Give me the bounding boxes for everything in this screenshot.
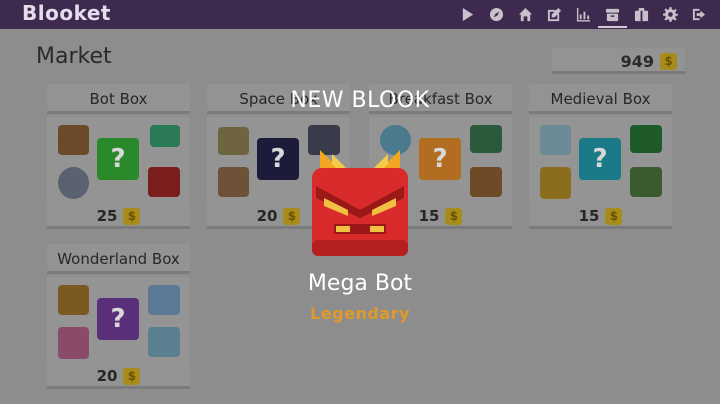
token-count: 949: [620, 51, 654, 71]
blook-preview-icon: [540, 125, 571, 155]
blook-preview-icon: [540, 167, 571, 199]
blook-preview-icon: [470, 125, 502, 153]
new-blook-heading: NEW BLOOK: [290, 88, 430, 113]
question-mark-icon: ?: [579, 138, 621, 180]
pack-price: 15 $: [529, 203, 672, 229]
blook-preview-icon: [630, 167, 662, 197]
app-logo[interactable]: Blooket: [22, 1, 111, 25]
blook-preview-icon: [470, 167, 502, 197]
top-nav: [457, 0, 710, 29]
logout-icon[interactable]: [689, 0, 710, 29]
token-icon: $: [123, 367, 141, 385]
token-icon: $: [123, 207, 141, 225]
token-balance: 949 $: [552, 48, 685, 74]
play-icon[interactable]: [457, 0, 478, 29]
price-value: 15: [578, 207, 600, 225]
blook-name: Mega Bot: [307, 271, 413, 296]
token-icon: $: [660, 52, 677, 70]
discover-icon[interactable]: [486, 0, 507, 29]
blook-rarity: Legendary: [310, 304, 410, 323]
token-icon: $: [283, 207, 301, 225]
market-icon[interactable]: [598, 0, 627, 29]
token-icon: $: [445, 207, 463, 225]
price-value: 20: [96, 367, 118, 385]
question-mark-icon: ?: [257, 138, 299, 180]
pack-name: Wonderland Box: [47, 244, 190, 274]
settings-icon[interactable]: [660, 0, 681, 29]
price-value: 25: [96, 207, 118, 225]
blook-preview-icon: [150, 125, 180, 147]
blook-preview-icon: [58, 327, 89, 359]
price-value: 20: [256, 207, 278, 225]
blook-preview-icon: [148, 167, 180, 197]
blook-preview-icon: [218, 167, 249, 197]
home-icon[interactable]: [515, 0, 536, 29]
page-title: Market: [36, 44, 112, 69]
top-bar: Blooket: [0, 0, 720, 29]
blook-preview-icon: [58, 167, 89, 199]
edit-icon[interactable]: [544, 0, 565, 29]
price-value: 15: [418, 207, 440, 225]
pack-price: 20 $: [47, 363, 190, 389]
pack-preview: ?: [47, 117, 190, 203]
blook-preview-icon: [218, 127, 249, 155]
blook-preview-icon: [630, 125, 662, 153]
blook-preview-icon: [148, 327, 180, 357]
blook-preview-icon: [58, 125, 89, 155]
pack-preview: ?: [529, 117, 672, 203]
stats-icon[interactable]: [573, 0, 594, 29]
question-mark-icon: ?: [419, 138, 461, 180]
mega-bot-blook-image: [312, 150, 408, 256]
pack-price: 25 $: [47, 203, 190, 229]
blooks-icon[interactable]: [631, 0, 652, 29]
question-mark-icon: ?: [97, 138, 139, 180]
token-icon: $: [605, 207, 623, 225]
